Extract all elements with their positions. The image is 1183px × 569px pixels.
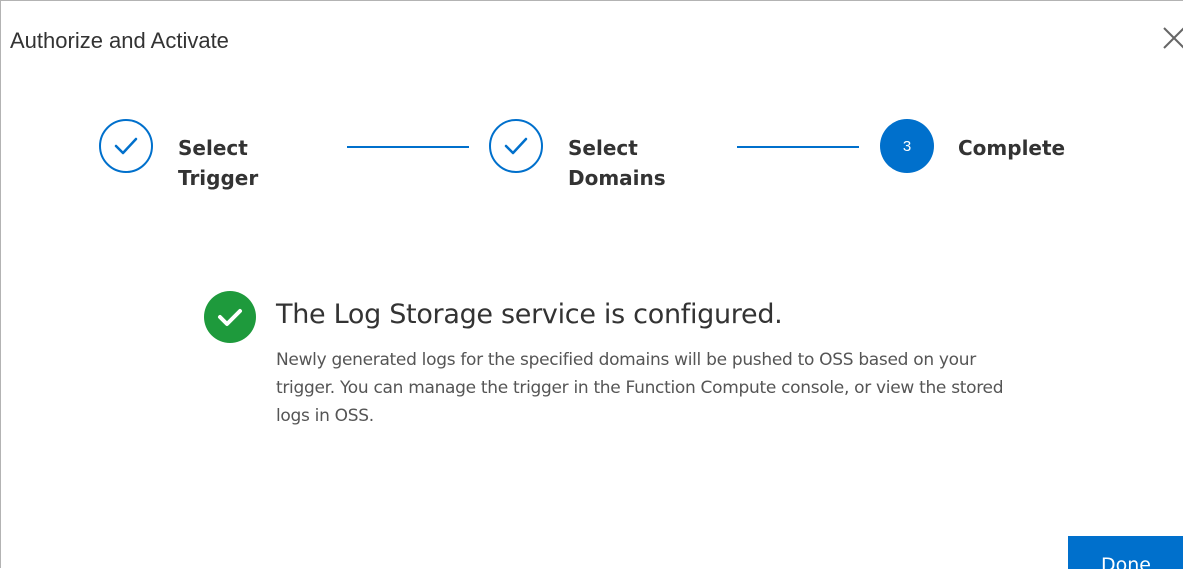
step-3-number: 3 (902, 137, 912, 155)
authorize-dialog: Authorize and Activate Select Trigger Se… (0, 0, 1183, 569)
result-title: The Log Storage service is configured. (276, 299, 783, 330)
success-check-icon (204, 291, 256, 343)
step-1-label: Select Trigger (178, 136, 259, 190)
step-3-label: Complete (958, 136, 1066, 160)
step-2-label: Select Domains (568, 136, 666, 190)
close-icon[interactable] (1159, 23, 1183, 53)
step-connector-1 (347, 146, 469, 148)
step-connector-2 (737, 146, 859, 148)
step-2-check-icon (489, 119, 543, 173)
step-1-check-icon (99, 119, 153, 173)
done-button[interactable]: Done (1068, 536, 1183, 569)
dialog-title: Authorize and Activate (10, 28, 229, 53)
result-description: Newly generated logs for the specified d… (276, 350, 1004, 426)
step-3-number-badge: 3 (880, 119, 934, 173)
